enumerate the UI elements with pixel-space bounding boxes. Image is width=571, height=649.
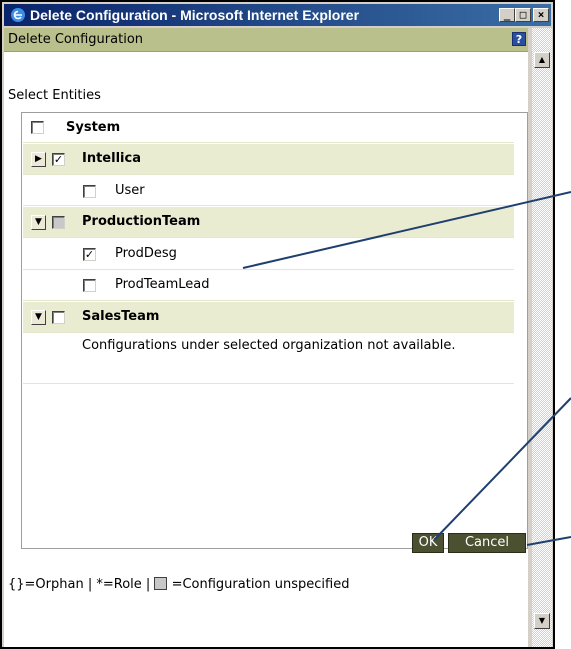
vertical-scrollbar[interactable]: ▲ ▼ <box>532 28 552 647</box>
salesteam-checkbox[interactable] <box>52 311 65 324</box>
title-bar[interactable]: Delete Configuration - Microsoft Interne… <box>4 4 551 26</box>
scroll-track[interactable] <box>532 28 552 647</box>
window-title: Delete Configuration - Microsoft Interne… <box>30 7 360 23</box>
config-label-user: User <box>115 183 145 198</box>
internet-explorer-icon <box>11 8 25 22</box>
dialog-content: Delete Configuration ? Select Entities S… <box>4 28 528 647</box>
tree-row-config: ProdTeamLead <box>23 271 514 301</box>
legend-suffix: =Configuration unspecified <box>171 577 350 592</box>
tree-row-org: ▶ ✓ Intellica <box>23 144 514 175</box>
entity-tree: System ▶ ✓ Intellica User ▼ ProductionTe… <box>21 112 528 549</box>
legend: {}=Orphan | *=Role | =Configuration unsp… <box>8 577 349 592</box>
help-icon[interactable]: ? <box>512 32 526 46</box>
system-checkbox[interactable] <box>31 121 44 134</box>
tree-row-note: Configurations under selected organizati… <box>23 334 514 384</box>
config-label-prodteamlead: ProdTeamLead <box>115 277 210 292</box>
cancel-button[interactable]: Cancel <box>448 533 526 553</box>
system-label: System <box>66 120 121 135</box>
tree-row-config: ✓ ProdDesg <box>23 239 514 270</box>
org-label-intellica: Intellica <box>82 151 141 166</box>
collapse-icon[interactable]: ▼ <box>31 215 46 230</box>
user-checkbox[interactable] <box>83 185 96 198</box>
select-entities-label: Select Entities <box>8 88 101 103</box>
productionteam-checkbox[interactable] <box>52 216 65 229</box>
tree-row-system: System <box>23 113 514 143</box>
tree-row-org: ▼ SalesTeam <box>23 302 514 333</box>
scroll-up-button[interactable]: ▲ <box>534 52 550 68</box>
org-label-salesteam: SalesTeam <box>82 309 160 324</box>
collapse-icon[interactable]: ▼ <box>31 310 46 325</box>
intellica-checkbox[interactable]: ✓ <box>52 153 65 166</box>
close-button[interactable]: × <box>533 8 549 22</box>
unspecified-swatch <box>154 577 168 590</box>
prodteamlead-checkbox[interactable] <box>83 279 96 292</box>
expand-icon[interactable]: ▶ <box>31 152 46 167</box>
config-label-proddesg: ProdDesg <box>115 246 177 261</box>
legend-prefix: {}=Orphan | *=Role | <box>8 577 151 592</box>
org-label-productionteam: ProductionTeam <box>82 214 201 229</box>
proddesg-checkbox[interactable]: ✓ <box>83 248 96 261</box>
tree-row-config: User <box>23 176 514 206</box>
dialog-title: Delete Configuration <box>8 32 144 47</box>
minimize-button[interactable]: _ <box>499 8 515 22</box>
tree-row-org: ▼ ProductionTeam <box>23 207 514 238</box>
dialog-header: Delete Configuration ? <box>4 28 528 52</box>
ok-button[interactable]: OK <box>412 533 444 553</box>
no-config-note: Configurations under selected organizati… <box>82 338 456 353</box>
scroll-down-button[interactable]: ▼ <box>534 613 550 629</box>
maximize-button[interactable]: □ <box>515 8 531 22</box>
